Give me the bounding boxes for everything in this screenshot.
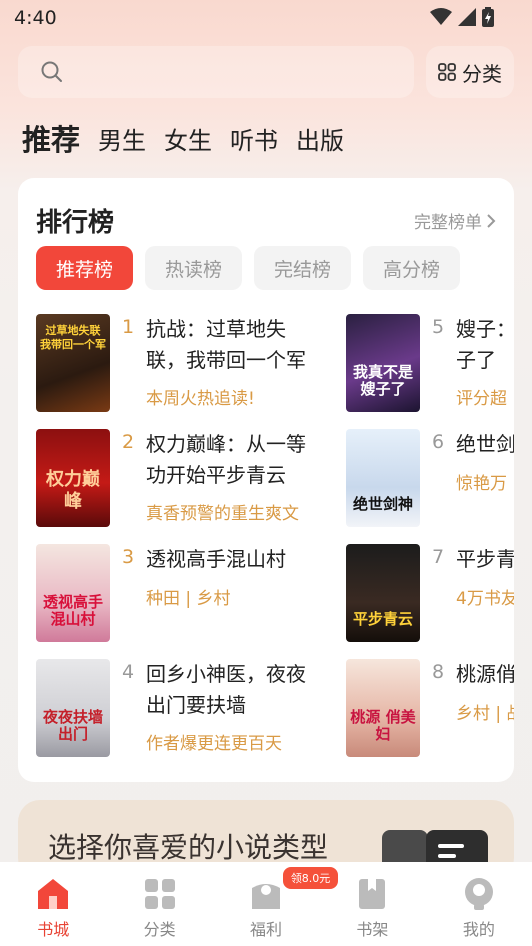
book-title: 绝世剑 [456,432,514,456]
book-item[interactable]: 透视高手 混山村 3 透视高手混山村 种田 | 乡村 [36,544,336,644]
book-item[interactable]: 我真不是 嫂子了 5 嫂子：子了 评分超 [346,314,514,414]
book-tag: 4万书友 [456,589,514,609]
book-rank: 5 [432,316,445,338]
book-title: 平步青 [456,547,514,571]
home-icon [38,879,69,909]
book-rank: 7 [432,546,445,568]
cover-title: 夜夜扶墙 出门 [42,708,103,743]
book-cover: 桃源 俏美妇 [346,659,420,757]
top-tabs: 推荐 男生 女生 听书 出版 [22,118,362,158]
category-button-label: 分类 [462,61,502,86]
bottom-nav: 书城 分类 福利 领8.0元 书架 我的 [0,862,532,946]
book-item[interactable]: 过草地失联 我带回一个军 1 抗战：过草地失联，我带回一个军 本周火热追读! [36,314,336,414]
book-tag: 乡村 | 战 [456,704,514,724]
book-rank: 1 [122,316,135,338]
nav-label: 书架 [356,920,389,939]
battery-icon [482,7,494,27]
book-tag: 作者爆更连更百天 [146,734,282,754]
genre-banner-text: 选择你喜爱的小说类型 [48,831,329,864]
book-item[interactable]: 绝世剑神 6 绝世剑 惊艳万 [346,429,514,529]
cover-title: 权力巅峰 [46,469,100,512]
chip-hot[interactable]: 热读榜 [145,246,242,290]
book-title: 权力巅峰：从一等功开始平步青云 [146,432,306,487]
nav-category[interactable]: 分类 [106,862,212,946]
book-title: 回乡小神医，夜夜出门要扶墙 [146,662,306,717]
book-tag: 真香预警的重生爽文 [146,504,299,524]
search-icon [41,61,62,82]
status-icons [430,7,494,27]
category-button[interactable]: 分类 [426,46,514,98]
category-icon [144,879,175,909]
nav-welfare[interactable]: 福利 领8.0元 [213,862,341,946]
book-title: 嫂子：子了 [456,317,514,372]
nav-bookstore[interactable]: 书城 [0,862,106,946]
nav-label: 我的 [462,920,495,939]
status-bar: 4:40 [0,0,532,36]
nav-profile[interactable]: 我的 [426,862,532,946]
book-title: 透视高手混山村 [146,547,286,571]
bookshelf-icon [359,879,386,909]
chip-recommend[interactable]: 推荐榜 [36,246,133,290]
search-input[interactable] [18,46,414,98]
status-time: 4:40 [14,7,57,29]
cover-title: 绝世剑神 [352,495,413,513]
tab-publish[interactable]: 出版 [296,121,344,156]
book-cover: 夜夜扶墙 出门 [36,659,110,757]
full-ranking-label: 完整榜单 [414,213,482,233]
book-cover: 过草地失联 我带回一个军 [36,314,110,412]
grid-icon [438,63,456,81]
cover-title: 透视高手 混山村 [42,593,103,628]
nav-label: 分类 [143,920,176,939]
book-item[interactable]: 桃源 俏美妇 8 桃源俏 乡村 | 战 [346,659,514,759]
book-title: 抗战：过草地失联，我带回一个军 [146,317,306,372]
cover-title: 平步青云 [352,610,413,628]
cover-title: 桃源 俏美妇 [350,708,416,743]
book-rank: 6 [432,431,445,453]
tab-male[interactable]: 男生 [98,121,146,156]
wifi-icon [430,8,452,25]
book-title: 桃源俏 [456,662,514,686]
nav-bookshelf[interactable]: 书架 [319,862,425,946]
cover-title: 我真不是 嫂子了 [352,363,413,398]
tab-audiobook[interactable]: 听书 [230,121,278,156]
ranking-chips: 推荐榜 热读榜 完结榜 高分榜 [36,246,460,290]
tab-recommend[interactable]: 推荐 [22,117,80,159]
chip-high-score[interactable]: 高分榜 [363,246,460,290]
signal-icon [458,8,476,26]
full-ranking-link[interactable]: 完整榜单 [414,208,496,233]
chevron-right-icon [487,213,496,228]
book-rank: 4 [122,661,135,683]
book-item[interactable]: 权力巅峰 2 权力巅峰：从一等功开始平步青云 真香预警的重生爽文 [36,429,336,529]
profile-icon [464,878,493,910]
book-cover: 我真不是 嫂子了 [346,314,420,412]
book-tag: 本周火热追读! [146,389,255,409]
tab-female[interactable]: 女生 [164,121,212,156]
book-tag: 惊艳万 [456,474,507,494]
cover-title: 过草地失联 我带回一个军 [40,324,106,351]
book-rank: 8 [432,661,445,683]
gift-icon [252,884,281,909]
book-cover: 平步青云 [346,544,420,642]
book-rank: 3 [122,546,135,568]
book-item[interactable]: 夜夜扶墙 出门 4 回乡小神医，夜夜出门要扶墙 作者爆更连更百天 [36,659,336,759]
book-tag: 种田 | 乡村 [146,589,231,609]
book-item[interactable]: 平步青云 7 平步青 4万书友 [346,544,514,644]
ranking-title: 排行榜 [36,208,115,238]
book-rank: 2 [122,431,135,453]
nav-label: 书城 [37,920,70,939]
book-cover: 透视高手 混山村 [36,544,110,642]
book-cover: 绝世剑神 [346,429,420,527]
nav-label: 福利 [250,920,283,939]
book-cover: 权力巅峰 [36,429,110,527]
chip-finished[interactable]: 完结榜 [254,246,351,290]
book-tag: 评分超 [456,389,507,409]
ranking-card: 排行榜 完整榜单 推荐榜 热读榜 完结榜 高分榜 过草地失联 我带回一个军 1 … [18,178,514,782]
